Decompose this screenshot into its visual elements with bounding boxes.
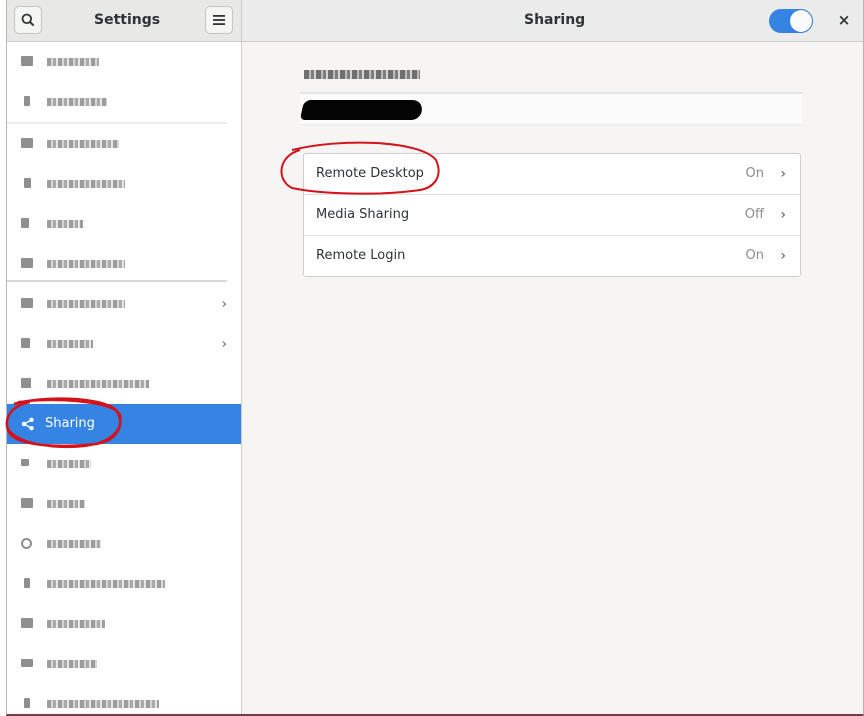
obscured-label	[47, 580, 165, 588]
sidebar-item-obscured[interactable]	[7, 444, 241, 484]
obscured-icon	[24, 578, 30, 588]
sidebar-item-obscured[interactable]: ›	[7, 284, 241, 324]
obscured-icon	[21, 659, 33, 667]
obscured-label	[47, 620, 105, 628]
obscured-label	[47, 98, 107, 106]
obscured-icon	[21, 538, 32, 549]
obscured-icon	[24, 96, 30, 106]
sidebar: › › Sharing	[7, 42, 242, 714]
media-sharing-row[interactable]: Media Sharing Off ›	[304, 195, 800, 236]
close-button[interactable]: ×	[833, 9, 855, 31]
computer-name-field[interactable]	[299, 92, 802, 125]
obscured-icon	[21, 378, 31, 388]
obscured-label	[47, 540, 101, 548]
sidebar-header: Settings	[7, 0, 242, 41]
row-label: Remote Login	[316, 248, 406, 263]
obscured-icon	[21, 258, 33, 268]
status-text: Off	[744, 207, 764, 222]
sidebar-item-label: Sharing	[45, 416, 95, 431]
obscured-label	[47, 700, 159, 708]
obscured-label	[47, 460, 91, 468]
row-label: Media Sharing	[316, 207, 410, 222]
obscured-label	[47, 58, 99, 66]
menu-button[interactable]	[205, 6, 233, 34]
sidebar-item-obscured[interactable]	[7, 204, 241, 244]
sidebar-separator	[7, 280, 227, 282]
obscured-icon	[21, 338, 30, 348]
obscured-icon	[24, 178, 31, 188]
row-label: Remote Desktop	[316, 166, 424, 181]
search-icon	[21, 13, 35, 27]
switch-knob	[790, 10, 812, 32]
sidebar-item-obscured[interactable]: ›	[7, 324, 241, 364]
chevron-right-icon: ›	[780, 166, 786, 182]
sidebar-item-obscured[interactable]	[7, 484, 241, 524]
sidebar-item-obscured[interactable]	[7, 42, 241, 82]
sidebar-item-obscured[interactable]	[7, 684, 241, 714]
sidebar-item-obscured[interactable]	[7, 644, 241, 684]
obscured-icon	[21, 56, 33, 66]
obscured-label	[47, 220, 83, 228]
obscured-label	[47, 180, 125, 188]
header-bar: Settings Sharing ×	[7, 0, 863, 42]
share-icon	[21, 417, 34, 431]
sidebar-item-obscured[interactable]	[7, 524, 241, 564]
settings-window: Settings Sharing × › › Sharing Remote De…	[6, 0, 864, 716]
chevron-right-icon: ›	[221, 297, 227, 312]
sidebar-item-obscured[interactable]	[7, 82, 241, 122]
status-text: On	[745, 248, 764, 263]
sidebar-item-obscured[interactable]	[7, 364, 241, 404]
obscured-icon	[21, 298, 33, 308]
sidebar-item-sharing[interactable]: Sharing	[7, 404, 241, 444]
sidebar-title: Settings	[94, 12, 161, 28]
sidebar-item-obscured[interactable]	[7, 164, 241, 204]
sidebar-item-obscured[interactable]	[7, 124, 241, 164]
obscured-icon	[21, 138, 33, 148]
sharing-panel: Remote Desktop On › Media Sharing Off › …	[242, 42, 863, 714]
chevron-right-icon: ›	[780, 248, 786, 264]
page-title: Sharing	[524, 12, 586, 28]
obscured-label	[47, 140, 119, 148]
remote-login-row[interactable]: Remote Login On ›	[304, 236, 800, 276]
obscured-label	[47, 300, 125, 308]
obscured-label	[47, 340, 93, 348]
obscured-icon	[21, 218, 29, 228]
remote-desktop-row[interactable]: Remote Desktop On ›	[304, 154, 800, 195]
computer-name-label-obscured	[304, 70, 420, 79]
redaction-mark	[299, 100, 425, 120]
obscured-icon	[21, 459, 29, 466]
obscured-label	[47, 260, 125, 268]
status-text: On	[745, 166, 764, 181]
sidebar-item-obscured[interactable]	[7, 604, 241, 644]
sidebar-item-obscured[interactable]	[7, 244, 241, 284]
chevron-right-icon: ›	[221, 337, 227, 352]
obscured-icon	[21, 618, 33, 628]
close-icon: ×	[837, 11, 851, 29]
sharing-toggle-switch[interactable]	[769, 9, 813, 33]
sidebar-item-obscured[interactable]	[7, 564, 241, 604]
obscured-label	[47, 380, 149, 388]
obscured-label	[47, 660, 97, 668]
search-button[interactable]	[14, 6, 42, 34]
chevron-right-icon: ›	[780, 207, 786, 223]
hamburger-icon	[213, 15, 225, 25]
sharing-options-list: Remote Desktop On › Media Sharing Off › …	[303, 153, 801, 277]
obscured-icon	[21, 498, 33, 508]
obscured-label	[47, 500, 85, 508]
obscured-icon	[24, 698, 30, 708]
